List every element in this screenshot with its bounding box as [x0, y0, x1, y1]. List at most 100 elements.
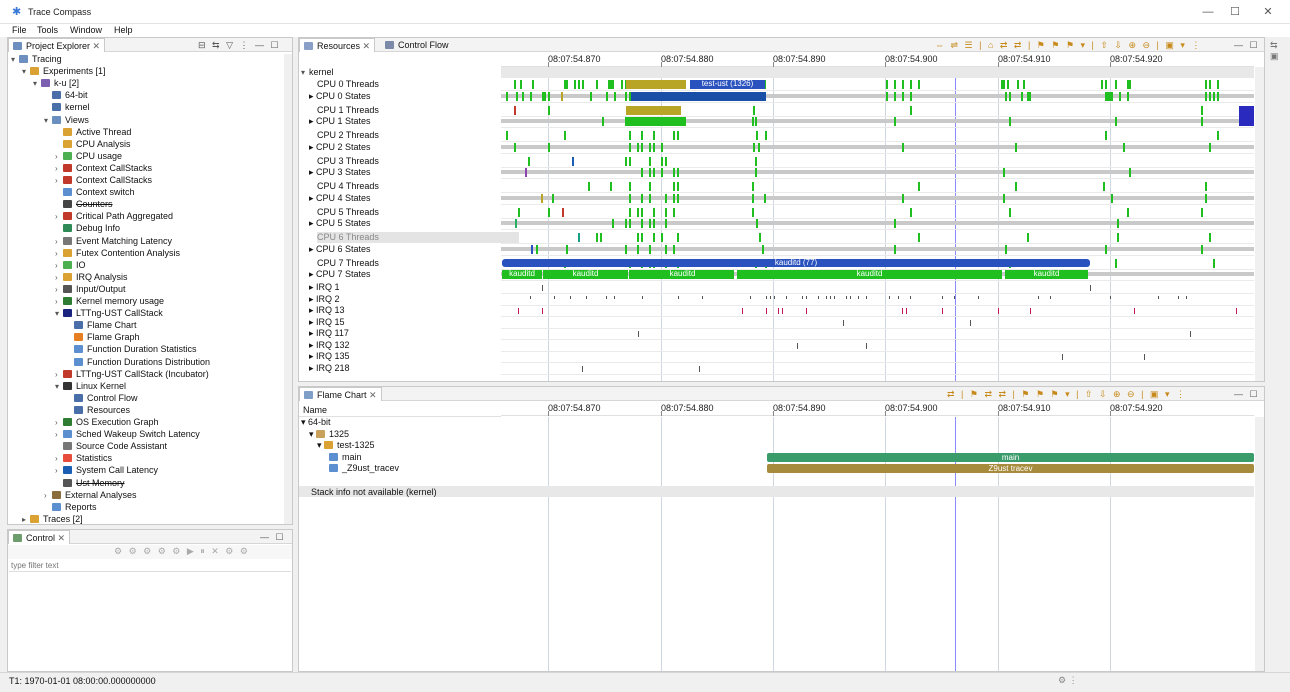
irq-mark[interactable]: [554, 295, 555, 299]
event-mark[interactable]: [758, 142, 760, 152]
event-mark[interactable]: [541, 193, 543, 203]
resource-row[interactable]: ▸ IRQ 2: [309, 294, 509, 305]
tab-project-explorer[interactable]: Project Explorer ✕: [8, 38, 106, 52]
event-mark[interactable]: [637, 233, 639, 242]
event-mark[interactable]: [1003, 80, 1005, 89]
event-mark[interactable]: [910, 80, 912, 89]
irq-mark[interactable]: [606, 295, 607, 299]
event-mark[interactable]: [661, 142, 663, 152]
tree-item[interactable]: Context switch: [55, 186, 135, 198]
minimize-icon[interactable]: —: [1198, 4, 1218, 20]
resource-row[interactable]: ▸ IRQ 135: [309, 351, 509, 362]
resource-row[interactable]: ▸ CPU 5 States: [309, 218, 509, 229]
irq-mark[interactable]: [766, 308, 767, 314]
expand-arrow-icon[interactable]: ▸: [309, 142, 316, 152]
event-mark[interactable]: [629, 182, 631, 191]
event-mark[interactable]: [649, 142, 651, 152]
event-mark[interactable]: [1029, 91, 1031, 101]
irq-mark[interactable]: [638, 331, 639, 337]
event-mark[interactable]: [1015, 142, 1017, 152]
expand-arrow-icon[interactable]: ▸: [309, 218, 316, 228]
resource-row[interactable]: CPU 6 Threads: [317, 232, 519, 243]
tree-item[interactable]: ▾ LTTng-UST CallStack: [55, 307, 163, 319]
tree-item[interactable]: › Statistics: [55, 452, 112, 464]
event-mark[interactable]: [1117, 219, 1119, 228]
event-mark[interactable]: [1105, 131, 1107, 140]
event-mark[interactable]: [1001, 80, 1003, 89]
tree-item[interactable]: Debug Info: [55, 222, 120, 234]
event-mark[interactable]: [910, 105, 912, 115]
event-mark[interactable]: [661, 233, 663, 242]
event-mark[interactable]: [514, 80, 516, 89]
expand-arrow-icon[interactable]: ▸: [309, 193, 316, 203]
tree-item[interactable]: kernel: [44, 101, 90, 113]
irq-mark[interactable]: [1110, 295, 1111, 299]
event-mark[interactable]: [641, 207, 643, 217]
expand-arrow-icon[interactable]: ▾: [44, 115, 52, 127]
tree-item[interactable]: ▾ Views: [44, 114, 89, 126]
event-mark[interactable]: [522, 91, 524, 101]
event-mark[interactable]: [641, 142, 643, 152]
event-mark[interactable]: [1205, 91, 1207, 101]
irq-mark[interactable]: [942, 295, 943, 299]
irq-mark[interactable]: [1236, 308, 1237, 314]
event-mark[interactable]: [752, 207, 754, 217]
menu-window[interactable]: Window: [70, 25, 102, 35]
tree-item[interactable]: › Kernel memory usage: [55, 295, 164, 307]
resource-row[interactable]: ▸ CPU 1 States: [309, 116, 509, 127]
irq-mark[interactable]: [1062, 354, 1063, 360]
resource-row[interactable]: ▸ IRQ 218: [309, 363, 509, 374]
tree-item[interactable]: › LTTng-UST CallStack (Incubator): [55, 368, 209, 380]
flame-row[interactable]: ▾ 64-bit: [301, 417, 501, 428]
event-mark[interactable]: [548, 142, 550, 152]
expand-arrow-icon[interactable]: ▸: [309, 351, 316, 361]
flame-row[interactable]: ▾ 1325: [309, 429, 509, 440]
event-mark[interactable]: [665, 156, 667, 166]
irq-mark[interactable]: [699, 365, 700, 372]
irq-mark[interactable]: [806, 295, 807, 299]
irq-mark[interactable]: [978, 295, 979, 299]
event-mark[interactable]: [1105, 91, 1107, 101]
event-mark[interactable]: [506, 131, 508, 140]
event-mark[interactable]: [902, 142, 904, 152]
event-mark[interactable]: [548, 91, 550, 101]
flame-timeline[interactable]: main Z9ust tracev: [501, 417, 1254, 671]
event-mark[interactable]: [1117, 233, 1119, 242]
ust-block[interactable]: [626, 80, 686, 89]
time-ruler[interactable]: 08:07:54.870 08:07:54.880 08:07:54.890 08:0…: [501, 52, 1254, 67]
expand-arrow-icon[interactable]: ▸: [309, 340, 316, 350]
event-mark[interactable]: [625, 91, 627, 101]
event-mark[interactable]: [606, 91, 608, 101]
tree-item[interactable]: › Event Matching Latency: [55, 235, 172, 247]
event-mark[interactable]: [578, 80, 580, 89]
filter-input[interactable]: [9, 560, 291, 572]
event-mark[interactable]: [1205, 80, 1207, 89]
event-mark[interactable]: [625, 244, 627, 254]
event-mark[interactable]: [641, 131, 643, 140]
event-mark[interactable]: [910, 91, 912, 101]
event-mark[interactable]: [574, 80, 576, 89]
event-mark[interactable]: [653, 142, 655, 152]
event-mark[interactable]: [1201, 207, 1203, 217]
event-mark[interactable]: [564, 80, 566, 89]
event-mark[interactable]: [759, 233, 761, 242]
event-mark[interactable]: [1209, 91, 1211, 101]
event-mark[interactable]: [637, 142, 639, 152]
expand-arrow-icon[interactable]: ▸: [309, 116, 316, 126]
event-mark[interactable]: [673, 168, 675, 177]
event-mark[interactable]: [1115, 258, 1117, 268]
event-mark[interactable]: [1115, 117, 1117, 126]
event-mark[interactable]: [1111, 91, 1113, 101]
tree-item[interactable]: › Futex Contention Analysis: [55, 247, 180, 259]
event-mark[interactable]: [572, 156, 574, 166]
irq-mark[interactable]: [1186, 295, 1187, 299]
event-mark[interactable]: [588, 182, 590, 191]
event-mark[interactable]: [1105, 80, 1107, 89]
event-mark[interactable]: [506, 91, 508, 101]
tree-item[interactable]: › Context CallStacks: [55, 174, 152, 186]
tab-flame-chart[interactable]: Flame Chart ✕: [299, 387, 382, 401]
event-mark[interactable]: [894, 244, 896, 254]
event-mark[interactable]: [649, 182, 651, 191]
event-mark[interactable]: [653, 219, 655, 228]
irq-mark[interactable]: [970, 319, 971, 326]
